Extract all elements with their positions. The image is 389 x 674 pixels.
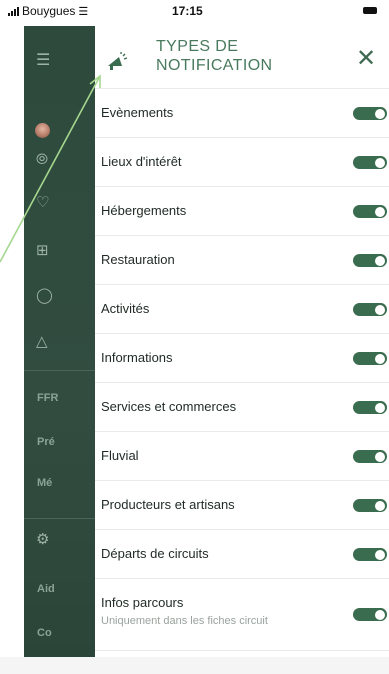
list-item: Services et commerces bbox=[95, 382, 389, 431]
list-item-label: Services et commerces bbox=[101, 399, 237, 414]
list-item: Fluvial bbox=[95, 431, 389, 480]
sidebar-item-contact[interactable]: Co bbox=[37, 627, 52, 639]
status-time: 17:15 bbox=[172, 4, 203, 18]
sidebar-divider bbox=[24, 370, 95, 371]
avatar[interactable] bbox=[35, 123, 50, 138]
sidebar-item-me[interactable]: Mé bbox=[37, 477, 52, 489]
toggle-switch[interactable] bbox=[353, 401, 387, 414]
warning-icon[interactable]: △ bbox=[36, 334, 48, 349]
list-item-label: Activités bbox=[101, 301, 150, 316]
toggle-switch[interactable] bbox=[353, 156, 387, 169]
carrier-name: Bouygues bbox=[22, 4, 76, 18]
panel-header: TYPES DE NOTIFICATION ✕ bbox=[95, 26, 389, 88]
list-item: Informations bbox=[95, 333, 389, 382]
toggle-knob bbox=[375, 206, 385, 217]
notification-type-list: Evènements Lieux d'intérêt Hébergements … bbox=[95, 88, 389, 651]
list-item-label: Départs de circuits bbox=[101, 546, 209, 561]
close-icon[interactable]: ✕ bbox=[355, 46, 377, 70]
toggle-knob bbox=[375, 609, 385, 620]
list-item: Infos parcours Uniquement dans les fiche… bbox=[95, 578, 389, 650]
menu-icon[interactable]: ☰ bbox=[36, 52, 50, 68]
list-item: Activités bbox=[95, 284, 389, 333]
toggle-knob bbox=[375, 451, 385, 462]
page-title-line2: NOTIFICATION bbox=[156, 57, 273, 74]
toggle-knob bbox=[375, 255, 385, 266]
list-item: Hébergements bbox=[95, 186, 389, 235]
bottom-bar bbox=[0, 657, 389, 674]
list-item-sublabel: Uniquement dans les fiches circuit bbox=[101, 615, 268, 627]
signal-icon bbox=[8, 6, 19, 16]
toggle-switch[interactable] bbox=[353, 254, 387, 267]
sidebar-backdrop bbox=[24, 26, 95, 657]
list-item-label: Hébergements bbox=[101, 203, 187, 218]
toggle-switch[interactable] bbox=[353, 450, 387, 463]
plus-square-icon[interactable]: ⊞ bbox=[36, 243, 49, 258]
sidebar-item-pre[interactable]: Pré bbox=[37, 436, 55, 448]
page-title-line1: TYPES DE bbox=[156, 38, 239, 55]
megaphone-icon bbox=[108, 52, 128, 70]
toggle-knob bbox=[375, 549, 385, 560]
toggle-knob bbox=[375, 500, 385, 511]
gear-icon[interactable]: ⚙ bbox=[36, 532, 49, 547]
compass-icon[interactable]: ⦾ bbox=[36, 152, 48, 167]
users-icon[interactable]: ◯ bbox=[36, 288, 53, 303]
list-item-label: Fluvial bbox=[101, 448, 139, 463]
toggle-switch[interactable] bbox=[353, 548, 387, 561]
toggle-switch[interactable] bbox=[353, 107, 387, 120]
toggle-knob bbox=[375, 157, 385, 168]
list-item-label: Infos parcours bbox=[101, 595, 184, 610]
list-item: Restauration bbox=[95, 235, 389, 284]
toggle-switch[interactable] bbox=[353, 205, 387, 218]
sidebar-item-ffr[interactable]: FFR bbox=[37, 392, 58, 404]
list-item: Départs de circuits bbox=[95, 529, 389, 578]
list-item-label: Informations bbox=[101, 350, 173, 365]
list-item: Producteurs et artisans bbox=[95, 480, 389, 529]
toggle-switch[interactable] bbox=[353, 608, 387, 621]
sidebar-item-aide[interactable]: Aid bbox=[37, 583, 55, 595]
list-item-label: Lieux d'intérêt bbox=[101, 154, 182, 169]
list-item-label: Evènements bbox=[101, 105, 174, 120]
heart-icon[interactable]: ♡ bbox=[36, 195, 49, 210]
list-item: Lieux d'intérêt bbox=[95, 137, 389, 186]
list-item: Evènements bbox=[95, 88, 389, 137]
sidebar-divider bbox=[24, 518, 95, 519]
wifi-icon: ☰ bbox=[78, 5, 89, 18]
toggle-switch[interactable] bbox=[353, 352, 387, 365]
battery-icon bbox=[363, 7, 377, 14]
toggle-switch[interactable] bbox=[353, 303, 387, 316]
list-item-label: Producteurs et artisans bbox=[101, 497, 235, 512]
list-item-label: Restauration bbox=[101, 252, 175, 267]
toggle-switch[interactable] bbox=[353, 499, 387, 512]
status-bar: Bouygues ☰ 17:15 bbox=[0, 0, 389, 26]
page-title: TYPES DE NOTIFICATION bbox=[156, 37, 306, 75]
notification-panel: TYPES DE NOTIFICATION ✕ Evènements Lieux… bbox=[95, 26, 389, 657]
list-item-divider bbox=[95, 650, 389, 651]
toggle-knob bbox=[375, 304, 385, 315]
toggle-knob bbox=[375, 353, 385, 364]
toggle-knob bbox=[375, 402, 385, 413]
toggle-knob bbox=[375, 108, 385, 119]
status-carrier: Bouygues ☰ bbox=[8, 4, 88, 18]
